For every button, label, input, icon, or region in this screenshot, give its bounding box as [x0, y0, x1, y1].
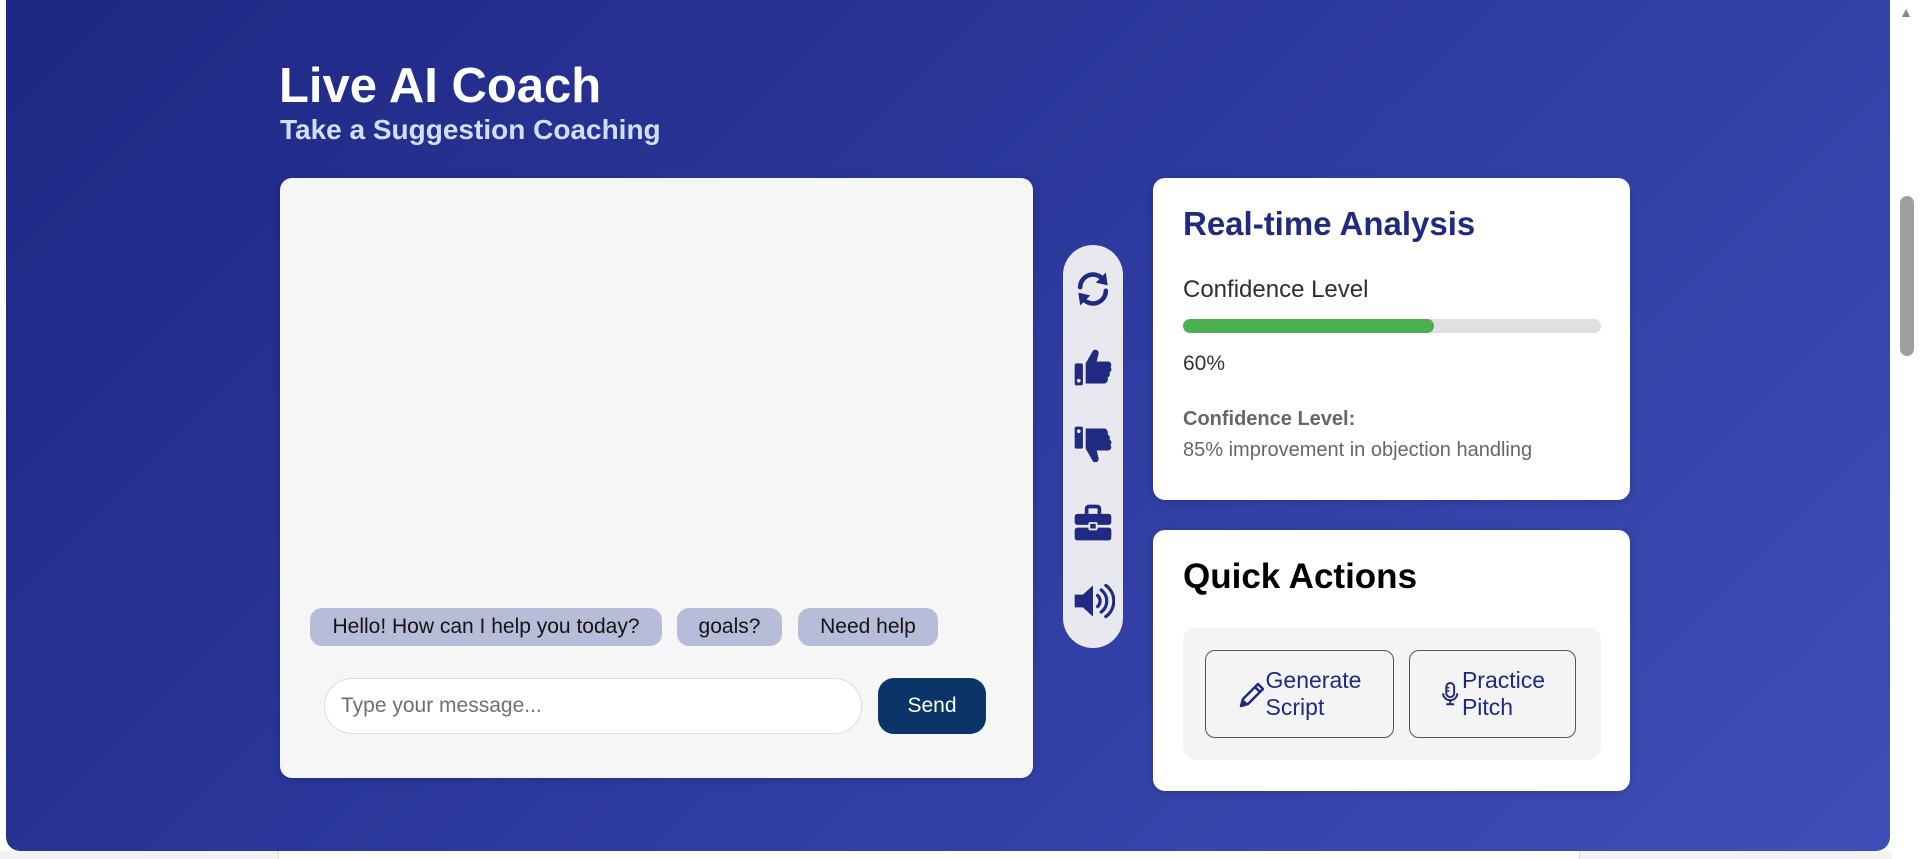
scroll-thumb[interactable] — [1900, 196, 1914, 356]
generate-script-button[interactable]: Generate Script — [1205, 650, 1394, 738]
briefcase-button[interactable] — [1069, 499, 1117, 547]
refresh-icon — [1077, 272, 1109, 306]
thumbs-down-icon — [1074, 426, 1112, 463]
volume-icon — [1074, 583, 1115, 619]
briefcase-icon — [1074, 504, 1112, 541]
insight-label: Confidence Level: — [1183, 408, 1356, 430]
practice-pitch-button[interactable]: Practice Pitch — [1409, 650, 1576, 738]
quick-actions-container: Generate Script Practice Pitch — [1183, 628, 1601, 760]
page-subtitle: Take a Suggestion Coaching — [280, 114, 661, 145]
chat-panel: Hello! How can I help you today? goals? … — [280, 178, 1033, 778]
practice-pitch-label-line2: Pitch — [1461, 694, 1514, 720]
quick-actions-card: Quick Actions Generate Script Practice P… — [1153, 530, 1630, 791]
page-title: Live AI Coach — [279, 59, 602, 113]
scroll-up-arrow-icon[interactable]: ▲ — [1892, 0, 1920, 24]
generate-script-label-line2: Script — [1265, 694, 1325, 720]
microphone-icon — [1440, 678, 1462, 710]
app-background: Live AI Coach Take a Suggestion Coaching… — [6, 0, 1890, 851]
confidence-label: Confidence Level — [1183, 276, 1369, 303]
thumbs-up-button[interactable] — [1069, 343, 1117, 391]
insight-text: 85% improvement in objection handling — [1183, 439, 1533, 461]
analysis-title: Real-time Analysis — [1183, 205, 1476, 242]
content-edge — [278, 851, 1580, 859]
pencil-icon — [1238, 678, 1266, 710]
tool-rail — [1063, 245, 1123, 648]
confidence-progress-fill — [1183, 319, 1434, 333]
analysis-card: Real-time Analysis Confidence Level 60% … — [1153, 178, 1630, 500]
confidence-value: 60% — [1183, 352, 1226, 375]
thumbs-down-button[interactable] — [1069, 421, 1117, 469]
quick-actions-title: Quick Actions — [1183, 557, 1418, 596]
page-bottom-strip — [0, 851, 1892, 859]
practice-pitch-label-line1: Practice — [1461, 667, 1546, 693]
confidence-progress-bar — [1183, 319, 1601, 333]
vertical-scrollbar[interactable]: ▲ — [1892, 0, 1920, 859]
thumbs-up-icon — [1074, 349, 1112, 386]
message-input[interactable] — [324, 678, 862, 734]
refresh-button[interactable] — [1069, 265, 1117, 313]
generate-script-label-line1: Generate — [1265, 667, 1362, 693]
volume-button[interactable] — [1069, 577, 1117, 625]
suggestion-chip-greeting[interactable]: Hello! How can I help you today? — [310, 608, 662, 646]
suggestion-chip-goals[interactable]: goals? — [677, 608, 782, 646]
suggestion-chip-help[interactable]: Need help — [798, 608, 938, 646]
send-button[interactable]: Send — [878, 678, 986, 734]
